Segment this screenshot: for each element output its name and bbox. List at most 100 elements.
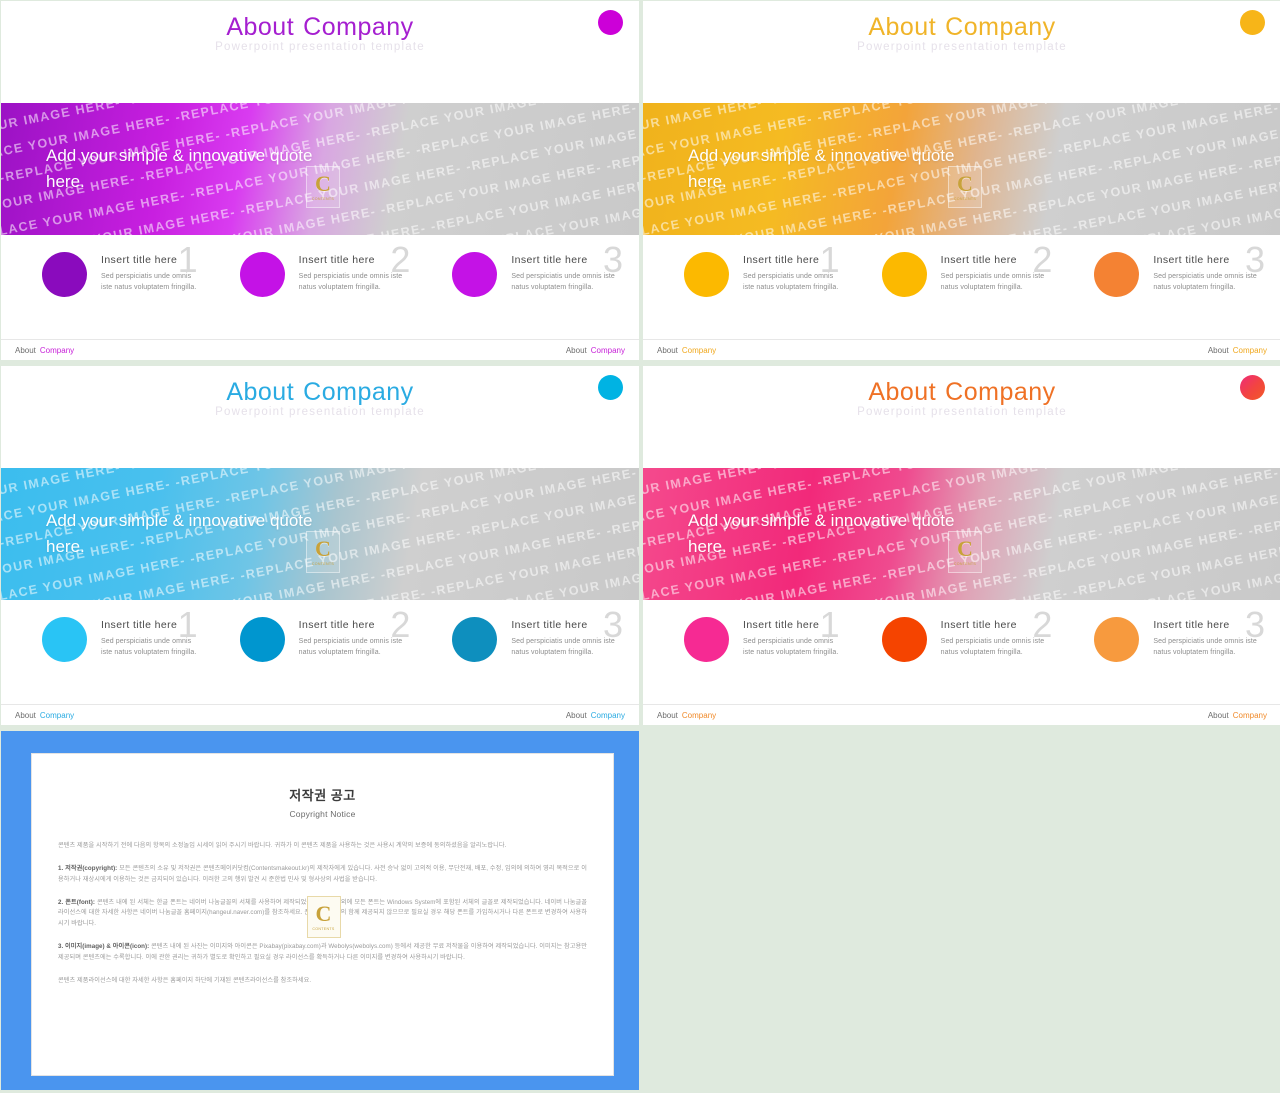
feature-circle-icon xyxy=(881,617,927,662)
feature-card-text: Insert title here Sed perspiciatis unde o… xyxy=(299,242,417,339)
feature-card[interactable]: Insert title here Sed perspiciatis unde o… xyxy=(1,600,214,704)
feature-card-text: Insert title here Sed perspiciatis unde o… xyxy=(511,607,629,704)
footer-right-about: About xyxy=(1207,345,1229,355)
slide-header: About Company Powerpoint presentation tem… xyxy=(1,366,639,468)
footer-left-company: Company xyxy=(681,710,717,720)
feature-card-list: Insert title here Sed perspiciatis unde o… xyxy=(643,600,1280,704)
feature-card-list: Insert title here Sed perspiciatis unde o… xyxy=(643,235,1280,339)
footer-left: About Company xyxy=(657,711,716,720)
feature-card-number: 1 xyxy=(177,604,198,645)
copyright-paragraph: 1. 저작권(copyright): 모든 콘텐츠의 소유 및 저작권은 콘텐츠… xyxy=(58,864,587,883)
footer-left-company: Company xyxy=(39,710,75,720)
footer-right: About Company xyxy=(566,711,625,720)
slide-footer: About Company About Company xyxy=(1,339,639,360)
feature-card-text: Insert title here Sed perspiciatis unde o… xyxy=(941,242,1059,339)
slide-footer: About Company About Company xyxy=(1,704,639,725)
accent-dot-icon xyxy=(598,10,623,35)
feature-card-text: Insert title here Sed perspiciatis unde o… xyxy=(743,242,846,339)
copyright-paper: 저작권 공고 Copyright Notice 콘텐츠 제품을 시작하기 전에 … xyxy=(31,753,614,1076)
feature-card[interactable]: Insert title here Sed perspiciatis unde o… xyxy=(214,235,427,339)
feature-card[interactable]: Insert title here Sed perspiciatis unde o… xyxy=(1068,600,1280,704)
logo-letter: C xyxy=(315,171,331,196)
feature-card[interactable]: Insert title here Sed perspiciatis unde o… xyxy=(214,600,427,704)
slide-header: About Company Powerpoint presentation tem… xyxy=(643,366,1280,468)
page-title: About Company xyxy=(1,378,639,407)
copyright-subtitle: Copyright Notice xyxy=(289,809,356,819)
feature-card-number: 1 xyxy=(819,604,840,645)
page-title: About Company xyxy=(643,378,1280,407)
slide-footer: About Company About Company xyxy=(643,704,1280,725)
feature-card-text: Insert title here Sed perspiciatis unde o… xyxy=(511,242,629,339)
image-placeholder-band[interactable]: -REPLACE YOUR IMAGE HERE- -REPLACE YOUR … xyxy=(643,103,1280,235)
footer-right-company: Company xyxy=(1232,345,1267,355)
copyright-paragraph: 3. 이미지(image) & 아이콘(icon): 콘텐츠 내에 된 사진는 … xyxy=(58,943,588,961)
image-placeholder-band[interactable]: -REPLACE YOUR IMAGE HERE- -REPLACE YOUR … xyxy=(1,468,639,600)
contents-logo-badge: C CONTENTS xyxy=(306,531,340,573)
feature-card[interactable]: Insert title here Sed perspiciatis unde o… xyxy=(426,600,639,704)
slide-purple[interactable]: About Company Powerpoint presentation tem… xyxy=(1,1,639,360)
slide-blue[interactable]: About Company Powerpoint presentation tem… xyxy=(1,366,639,725)
footer-left-company: Company xyxy=(39,345,75,355)
feature-card[interactable]: Insert title here Sed perspiciatis unde o… xyxy=(643,600,856,704)
feature-circle-icon xyxy=(239,252,285,297)
footer-right-about: About xyxy=(565,710,587,720)
footer-left-about: About xyxy=(657,345,678,355)
feature-card-text: Insert title here Sed perspiciatis unde o… xyxy=(101,607,204,704)
feature-circle-icon xyxy=(452,617,498,662)
feature-card-number: 3 xyxy=(602,239,624,280)
footer-right-company: Company xyxy=(590,710,625,720)
slide-header: About Company Powerpoint presentation tem… xyxy=(1,1,639,103)
title-word-company: Company xyxy=(303,13,414,41)
feature-card-list: Insert title here Sed perspiciatis unde o… xyxy=(1,600,639,704)
feature-card-number: 3 xyxy=(1244,239,1266,280)
logo-caption: CONTENTS xyxy=(311,197,335,201)
quote-text: Add your simple & innovative quote here. xyxy=(46,511,313,557)
quote-text: Add your simple & innovative quote here. xyxy=(688,511,955,557)
feature-circle-icon xyxy=(42,617,87,662)
contents-logo-badge: C CONTENTS xyxy=(948,166,982,208)
feature-circle-icon xyxy=(239,617,285,662)
copyright-paragraph-lead: 1. 저작권(copyright): xyxy=(58,864,118,872)
image-placeholder-band[interactable]: -REPLACE YOUR IMAGE HERE- -REPLACE YOUR … xyxy=(1,103,639,235)
feature-card-text: Insert title here Sed perspiciatis unde o… xyxy=(299,607,417,704)
footer-right-company: Company xyxy=(590,345,625,355)
page-subtitle: Powerpoint presentation template xyxy=(215,406,425,418)
feature-card[interactable]: Insert title here Sed perspiciatis unde o… xyxy=(1068,235,1280,339)
feature-circle-icon xyxy=(1094,252,1140,297)
page-title: About Company xyxy=(643,13,1280,42)
footer-left: About Company xyxy=(657,346,716,355)
footer-right: About Company xyxy=(566,346,625,355)
title-word-about: About xyxy=(226,378,295,406)
feature-card-number: 1 xyxy=(819,239,840,280)
quote-text: Add your simple & innovative quote here. xyxy=(688,146,955,192)
footer-right: About Company xyxy=(1208,346,1267,355)
feature-card-number: 3 xyxy=(1244,604,1266,645)
feature-card[interactable]: Insert title here Sed perspiciatis unde o… xyxy=(856,235,1069,339)
logo-caption: CONTENTS xyxy=(312,927,335,931)
slide-copyright-notice[interactable]: 저작권 공고 Copyright Notice 콘텐츠 제품을 시작하기 전에 … xyxy=(1,731,639,1090)
feature-circle-icon xyxy=(452,252,498,297)
slide-pink-red[interactable]: About Company Powerpoint presentation tem… xyxy=(643,366,1280,725)
feature-circle-icon xyxy=(684,617,729,662)
footer-right-about: About xyxy=(565,345,587,355)
feature-card[interactable]: Insert title here Sed perspiciatis unde o… xyxy=(426,235,639,339)
copyright-paragraph: 콘텐츠 제품라이선스에 대한 자세한 사항은 홈페이지 하단에 기재된 콘텐츠라… xyxy=(58,976,312,984)
accent-dot-icon xyxy=(598,375,623,400)
page-subtitle: Powerpoint presentation template xyxy=(857,41,1067,53)
feature-card[interactable]: Insert title here Sed perspiciatis unde o… xyxy=(643,235,856,339)
feature-card-number: 1 xyxy=(177,239,198,280)
feature-card-text: Insert title here Sed perspiciatis unde o… xyxy=(1153,242,1271,339)
title-word-about: About xyxy=(868,378,937,406)
feature-card-text: Insert title here Sed perspiciatis unde o… xyxy=(743,607,846,704)
title-word-about: About xyxy=(868,13,937,41)
footer-left: About Company xyxy=(15,346,74,355)
slide-yellow-orange[interactable]: About Company Powerpoint presentation tem… xyxy=(643,1,1280,360)
image-placeholder-band[interactable]: -REPLACE YOUR IMAGE HERE- -REPLACE YOUR … xyxy=(643,468,1280,600)
accent-dot-icon xyxy=(1240,10,1265,35)
footer-left: About Company xyxy=(15,711,74,720)
feature-card-number: 2 xyxy=(1032,239,1053,280)
feature-card[interactable]: Insert title here Sed perspiciatis unde o… xyxy=(856,600,1069,704)
feature-card[interactable]: Insert title here Sed perspiciatis unde o… xyxy=(1,235,214,339)
footer-left-company: Company xyxy=(681,345,717,355)
feature-card-list: Insert title here Sed perspiciatis unde o… xyxy=(1,235,639,339)
